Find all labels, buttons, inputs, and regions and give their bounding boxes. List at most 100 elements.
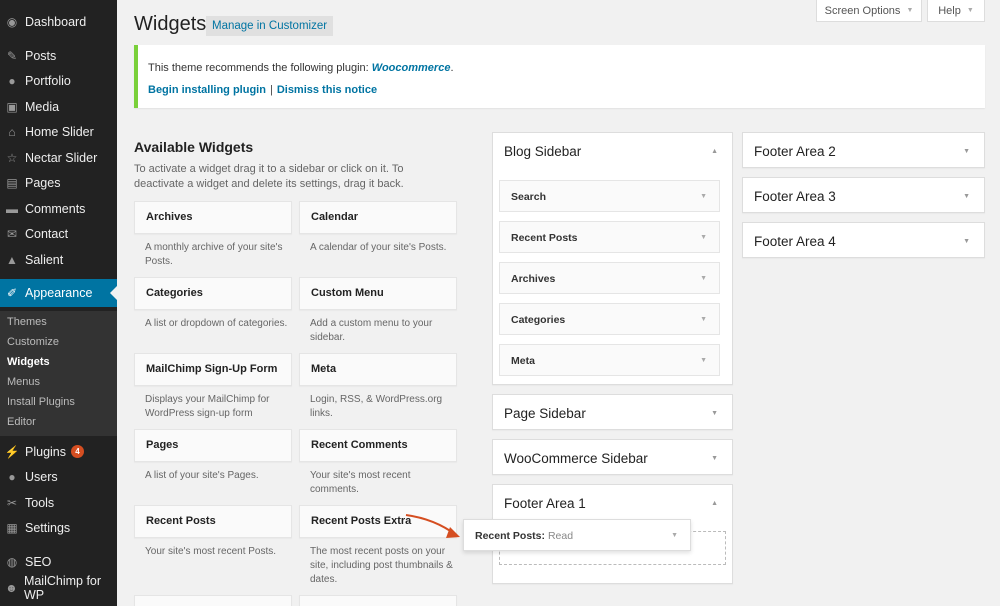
widget-description: Your site's most recent comments. [310,470,411,495]
menu-item-comments[interactable]: ▬ Comments [0,196,117,221]
sidebar-widget-archives[interactable]: Archives ▼ [499,262,720,294]
sidebar-widget-title: Archives [511,273,556,285]
menu-item-salient[interactable]: ▲ Salient [0,247,117,272]
submenu-item-install-plugins[interactable]: Install Plugins [7,396,75,408]
widget-categories[interactable]: Categories [134,277,292,310]
sidebar-title: Blog Sidebar [504,144,582,159]
menu-item-plugins[interactable]: ⚡ Plugins 4 [0,439,117,464]
sidebar-page[interactable]: Page Sidebar ▼ [492,394,733,430]
menu-item-home-slider[interactable]: ⌂ Home Slider [0,119,117,144]
caret-down-icon[interactable]: ▼ [711,410,718,417]
caret-down-icon[interactable]: ▼ [963,148,970,155]
caret-down-icon[interactable]: ▼ [963,238,970,245]
sidebar-title: Footer Area 2 [754,144,836,159]
menu-item-appearance[interactable]: ✐ Appearance [0,279,117,307]
caret-down-icon[interactable]: ▼ [671,532,678,539]
dragging-widget-instance-title: Read [545,530,574,542]
caret-down-icon[interactable]: ▼ [711,455,718,462]
help-button[interactable]: Help ▼ [927,0,985,22]
caret-up-icon[interactable]: ▲ [711,148,718,155]
link-separator: | [269,84,273,96]
menu-label: Users [25,469,58,484]
sidebar-title: Footer Area 1 [504,496,586,511]
submenu-item-editor[interactable]: Editor [7,416,36,428]
sidebar-blog[interactable]: Blog Sidebar ▲ Search ▼ Recent Posts ▼ Arc… [492,132,733,385]
drag-arrow-icon [405,514,460,538]
update-count-badge: 4 [71,445,84,458]
menu-label: Nectar Slider [25,150,98,165]
caret-down-icon: ▼ [966,7,974,14]
widget-partial[interactable] [299,595,457,606]
plugin-link[interactable]: Woocommerce [372,62,451,74]
menu-item-users[interactable]: ● Users [0,464,117,489]
sidebar-widget-recent-posts[interactable]: Recent Posts ▼ [499,221,720,253]
menu-item-contact[interactable]: ✉ Contact [0,221,117,246]
pin-icon: ✎ [6,48,18,63]
sidebar-widget-search[interactable]: Search ▼ [499,180,720,212]
sidebar-title: Footer Area 3 [754,189,836,204]
caret-down-icon[interactable]: ▼ [963,193,970,200]
widget-mailchimp-signup[interactable]: MailChimp Sign-Up Form [134,353,292,386]
home-icon: ⌂ [8,124,16,139]
menu-label: SEO [25,554,52,569]
dismiss-notice-link[interactable]: Dismiss this notice [277,84,377,96]
menu-item-portfolio[interactable]: ● Portfolio [0,68,117,93]
manage-in-customizer-button[interactable]: Manage in Customizer [206,16,334,36]
sidebar-woocommerce[interactable]: WooCommerce Sidebar ▼ [492,439,733,475]
sidebar-footer-area-4[interactable]: Footer Area 4 ▼ [742,222,985,258]
notice-text: This theme recommends the following plug… [148,62,372,74]
sidebar-widget-meta[interactable]: Meta ▼ [499,344,720,376]
menu-label: Pages [25,175,61,190]
widget-recent-posts[interactable]: Recent Posts [134,505,292,538]
sidebar-title: WooCommerce Sidebar [504,451,648,466]
submenu-item-menus[interactable]: Menus [7,376,40,388]
submenu-item-themes[interactable]: Themes [7,316,47,328]
menu-item-pages[interactable]: ▤ Pages [0,170,117,195]
sidebar-title: Footer Area 4 [754,234,836,249]
widget-meta[interactable]: Meta [299,353,457,386]
mailchimp-icon: ☻ [5,580,18,595]
menu-label: Settings [25,520,71,535]
caret-down-icon[interactable]: ▼ [700,275,707,282]
widget-description: Your site's most recent Posts. [145,546,277,557]
mountain-icon: ▲ [6,252,18,267]
available-widgets-description: To activate a widget drag it to a sideba… [134,163,404,190]
sidebar-footer-area-2[interactable]: Footer Area 2 ▼ [742,132,985,168]
appearance-submenu: Themes Customize Widgets Menus Install P… [0,311,117,436]
dragging-widget[interactable]: Recent Posts: Read ▼ [463,519,691,551]
menu-label: Portfolio [25,73,71,88]
widget-partial[interactable] [134,595,292,606]
widget-pages[interactable]: Pages [134,429,292,462]
media-icon: ▣ [6,99,18,114]
widget-description: A list or dropdown of categories. [145,318,288,329]
begin-installing-link[interactable]: Begin installing plugin [148,84,266,96]
menu-item-posts[interactable]: ✎ Posts [0,43,117,68]
widget-custom-menu[interactable]: Custom Menu [299,277,457,310]
menu-label: Appearance [25,286,93,300]
submenu-item-widgets[interactable]: Widgets [7,356,50,368]
dashboard-icon: ◉ [6,14,18,29]
caret-down-icon[interactable]: ▼ [700,316,707,323]
menu-item-mailchimp[interactable]: ☻ MailChimp for WP [0,574,117,602]
screen-options-button[interactable]: Screen Options ▼ [816,0,922,22]
caret-down-icon[interactable]: ▼ [700,357,707,364]
sidebar-footer-area-3[interactable]: Footer Area 3 ▼ [742,177,985,213]
available-widgets-title: Available Widgets [134,139,254,155]
caret-up-icon[interactable]: ▲ [711,500,718,507]
menu-item-tools[interactable]: ✂ Tools [0,490,117,515]
widget-recent-comments[interactable]: Recent Comments [299,429,457,462]
menu-item-media[interactable]: ▣ Media [0,94,117,119]
caret-down-icon[interactable]: ▼ [700,234,707,241]
menu-label: Media [25,99,60,114]
menu-item-nectar-slider[interactable]: ☆ Nectar Slider [0,145,117,170]
sidebar-widget-categories[interactable]: Categories ▼ [499,303,720,335]
menu-item-dashboard[interactable]: ◉ Dashboard [0,9,117,34]
sidebar-widget-title: Categories [511,314,566,326]
page-title: Widgets [134,13,207,35]
menu-item-settings[interactable]: ▦ Settings [0,515,117,540]
widget-archives[interactable]: Archives [134,201,292,234]
submenu-item-customize[interactable]: Customize [7,336,59,348]
caret-down-icon[interactable]: ▼ [700,193,707,200]
menu-item-seo[interactable]: ◍ SEO [0,549,117,574]
widget-calendar[interactable]: Calendar [299,201,457,234]
